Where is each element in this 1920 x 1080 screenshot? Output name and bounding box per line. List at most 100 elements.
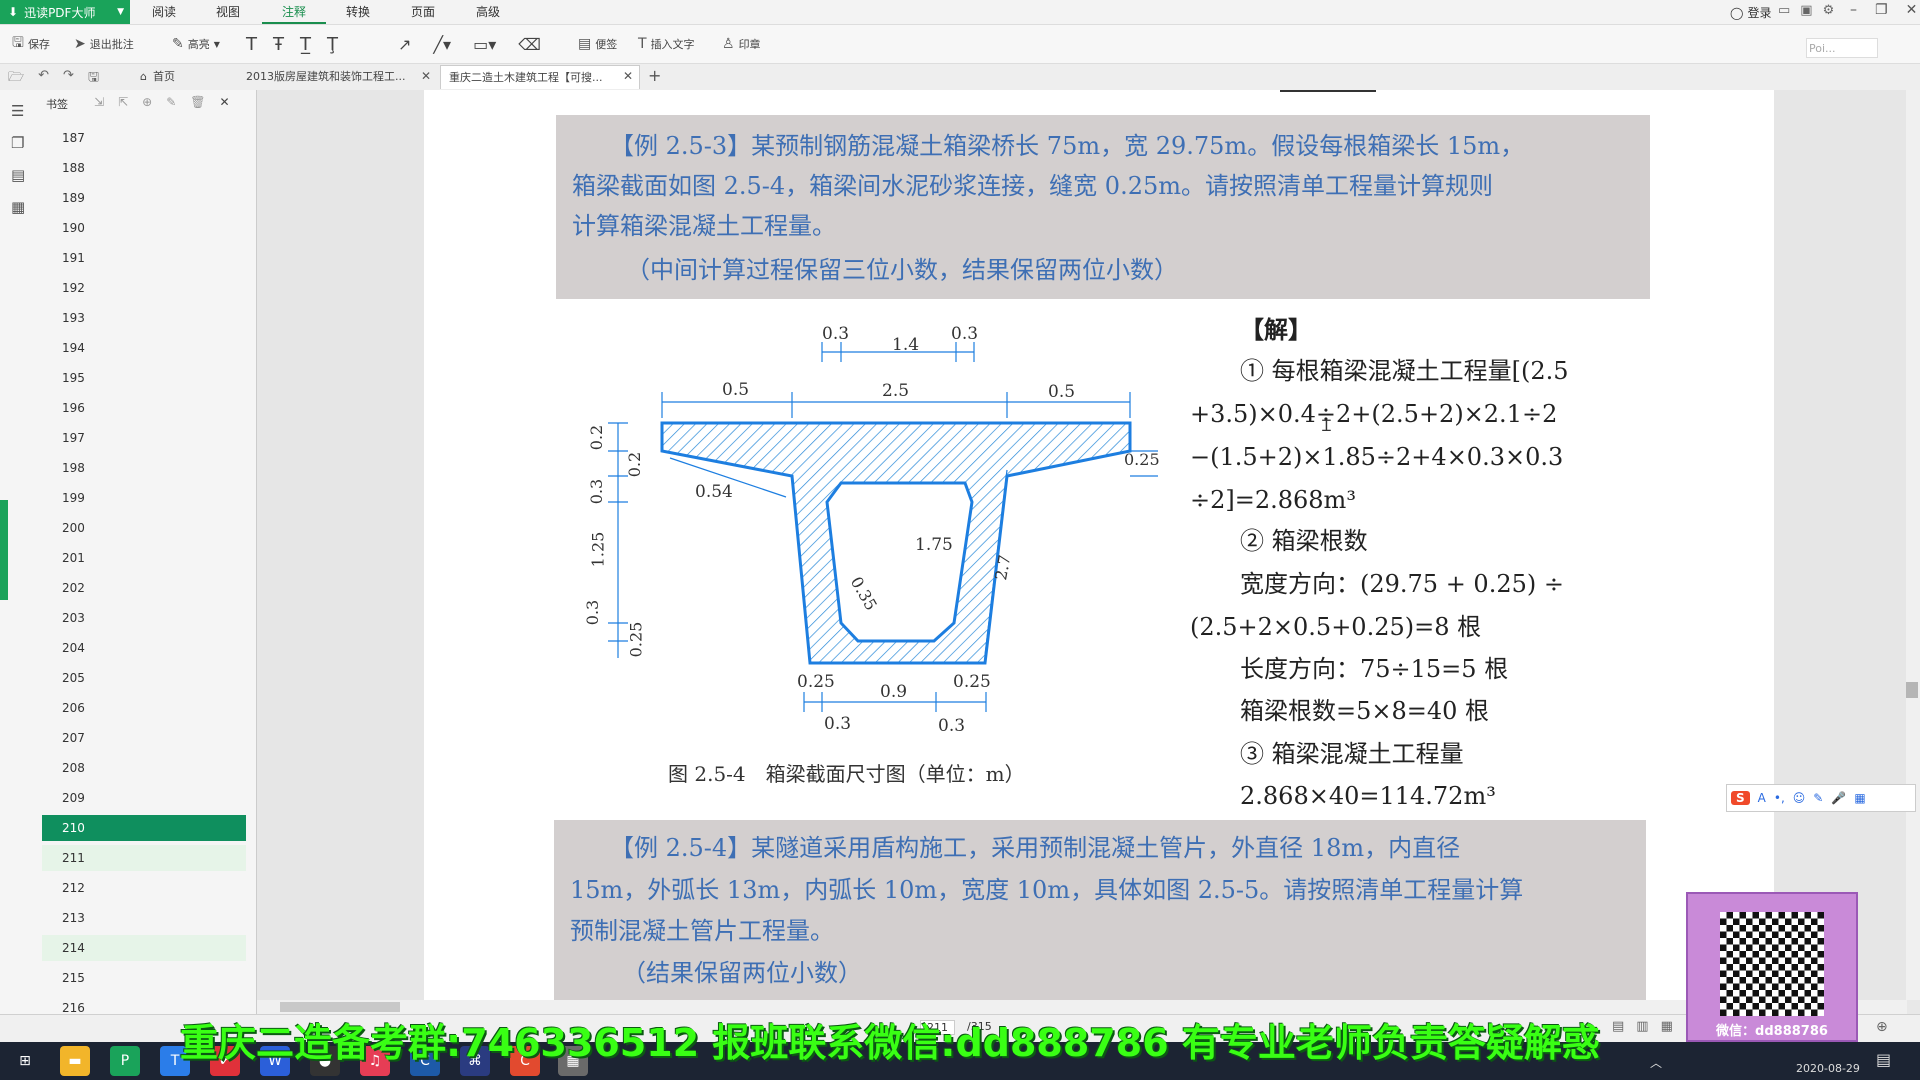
- bookmark-item[interactable]: 198: [42, 455, 246, 481]
- bookmark-item[interactable]: 201: [42, 545, 246, 571]
- bookmark-item[interactable]: 209: [42, 785, 246, 811]
- bookmark-item[interactable]: 189: [42, 185, 246, 211]
- menu-annotate[interactable]: 注释: [262, 0, 326, 24]
- tab-home[interactable]: ⌂ 首页: [132, 65, 236, 89]
- bookmark-item[interactable]: 194: [42, 335, 246, 361]
- insert-text-button[interactable]: T 插入文字: [638, 33, 695, 55]
- panel-collapse-handle[interactable]: [0, 500, 8, 600]
- highlight-button[interactable]: ✎ 高亮 ▼: [172, 33, 220, 55]
- message-icon[interactable]: ▭: [1778, 3, 1790, 18]
- bookmark-item[interactable]: 199: [42, 485, 246, 511]
- bookmark-item[interactable]: 213: [42, 905, 246, 931]
- squiggly-icon[interactable]: Ţ: [327, 34, 338, 55]
- emoji-icon[interactable]: ☺: [1793, 791, 1806, 805]
- single-page-icon[interactable]: ▤: [1612, 1019, 1624, 1034]
- attachments-icon[interactable]: ▦: [11, 198, 25, 216]
- menu-page[interactable]: 页面: [411, 0, 435, 24]
- two-page-icon[interactable]: ▥: [1636, 1019, 1648, 1034]
- save-icon[interactable]: 🖫: [88, 68, 99, 90]
- bookmark-item[interactable]: 188: [42, 155, 246, 181]
- bookmark-item[interactable]: 205: [42, 665, 246, 691]
- app-menu-button[interactable]: ⬇ 迅读PDF大师 ▼: [0, 0, 130, 24]
- close-icon[interactable]: ✕: [1906, 2, 1918, 18]
- tab-doc2[interactable]: 重庆二造土木建筑工程【可搜...: [440, 65, 640, 89]
- bookmark-item[interactable]: 192: [42, 275, 246, 301]
- menu-read[interactable]: 阅读: [152, 0, 176, 24]
- bookmark-item[interactable]: 197: [42, 425, 246, 451]
- bookmark-item[interactable]: 208: [42, 755, 246, 781]
- bookmark-item[interactable]: 215: [42, 965, 246, 991]
- edit-bookmark-icon[interactable]: ✎: [166, 95, 176, 109]
- file-explorer-icon[interactable]: ▬: [60, 1046, 90, 1076]
- scroll-thumb[interactable]: [1906, 682, 1918, 698]
- eraser-icon[interactable]: ⌫: [518, 35, 541, 54]
- note-button[interactable]: ▤ 便签: [578, 33, 617, 55]
- strikethrough-icon[interactable]: Ŧ: [273, 34, 284, 55]
- bookmark-item[interactable]: 206: [42, 695, 246, 721]
- note-icon: ▤: [578, 36, 592, 52]
- windows-start-icon[interactable]: ⊞: [10, 1046, 40, 1076]
- bookmark-list-icon[interactable]: ☰: [11, 102, 25, 120]
- arrow-icon[interactable]: ↗: [398, 35, 411, 54]
- zoom-in-icon[interactable]: ⊕: [1876, 1019, 1888, 1035]
- bookmark-item[interactable]: 210: [42, 815, 246, 841]
- settings-icon[interactable]: ⚙: [1823, 3, 1835, 18]
- microphone-icon[interactable]: 🎤: [1831, 791, 1846, 805]
- tray-arrow-icon[interactable]: ︿: [1650, 1054, 1662, 1071]
- stamp-button[interactable]: ♙ 印章: [722, 33, 761, 55]
- punctuation-icon[interactable]: •,: [1774, 791, 1785, 805]
- minimize-icon[interactable]: –: [1850, 2, 1857, 18]
- bookmark-item[interactable]: 187: [42, 125, 246, 151]
- restore-icon[interactable]: ❐: [1875, 2, 1888, 18]
- add-bookmark-icon[interactable]: ⊕: [142, 95, 152, 109]
- skin-icon[interactable]: ▣: [1800, 3, 1812, 18]
- line-icon[interactable]: ╱▾: [433, 35, 451, 54]
- save-button[interactable]: 🖫 保存: [12, 33, 50, 55]
- bookmark-item[interactable]: 191: [42, 245, 246, 271]
- tab-doc1[interactable]: 2013版房屋建筑和装饰工程工...: [238, 65, 438, 89]
- font-icon[interactable]: A: [1758, 791, 1766, 805]
- bookmark-item[interactable]: 212: [42, 875, 246, 901]
- rail-icons: ☰ ❐ ▤ ▦: [11, 102, 25, 216]
- menu-convert[interactable]: 转换: [346, 0, 370, 24]
- bookmark-item[interactable]: 193: [42, 305, 246, 331]
- hscroll-thumb[interactable]: [280, 1002, 400, 1012]
- sogou-icon[interactable]: S: [1731, 791, 1750, 805]
- continuous-icon[interactable]: ▦: [1661, 1019, 1673, 1034]
- close-tab-icon[interactable]: ✕: [421, 69, 431, 83]
- bookmark-item[interactable]: 211: [42, 845, 246, 871]
- text-tool-icon[interactable]: T: [246, 34, 257, 55]
- search-input[interactable]: Poi...: [1806, 38, 1878, 58]
- bookmark-item[interactable]: 195: [42, 365, 246, 391]
- pdf-reader-icon[interactable]: P: [110, 1046, 140, 1076]
- undo-icon[interactable]: ↶: [38, 68, 49, 90]
- login-button[interactable]: ◯ 登录: [1730, 4, 1771, 21]
- bookmark-item[interactable]: 214: [42, 935, 246, 961]
- thumbnails-icon[interactable]: ❐: [11, 134, 25, 152]
- menu-advanced[interactable]: 高级: [476, 0, 500, 24]
- new-tab-icon[interactable]: +: [648, 66, 661, 85]
- bookmark-item[interactable]: 190: [42, 215, 246, 241]
- grid-icon[interactable]: ▦: [1854, 791, 1865, 805]
- rectangle-icon[interactable]: ▭▾: [473, 35, 496, 54]
- underline-icon[interactable]: T̲: [300, 34, 311, 55]
- vertical-scrollbar[interactable]: [1906, 90, 1920, 1000]
- menu-view[interactable]: 视图: [216, 0, 240, 24]
- bookmark-item[interactable]: 207: [42, 725, 246, 751]
- open-folder-icon[interactable]: 🗁: [8, 68, 24, 90]
- close-tab-icon[interactable]: ✕: [623, 69, 633, 83]
- bookmark-item[interactable]: 196: [42, 395, 246, 421]
- delete-icon[interactable]: 🗑: [190, 95, 205, 109]
- bookmark-item[interactable]: 200: [42, 515, 246, 541]
- collapse-icon[interactable]: ⇱: [118, 95, 128, 109]
- bookmark-item[interactable]: 202: [42, 575, 246, 601]
- close-panel-icon[interactable]: ✕: [219, 95, 229, 109]
- brush-icon[interactable]: ✎: [1813, 791, 1823, 805]
- comments-icon[interactable]: ▤: [11, 166, 25, 184]
- bookmark-item[interactable]: 204: [42, 635, 246, 661]
- exit-annotation-button[interactable]: ➤ 退出批注: [74, 33, 134, 55]
- redo-icon[interactable]: ↷: [63, 68, 74, 90]
- expand-icon[interactable]: ⇲: [94, 95, 104, 109]
- notifications-icon[interactable]: ▤: [1876, 1050, 1891, 1069]
- bookmark-item[interactable]: 203: [42, 605, 246, 631]
